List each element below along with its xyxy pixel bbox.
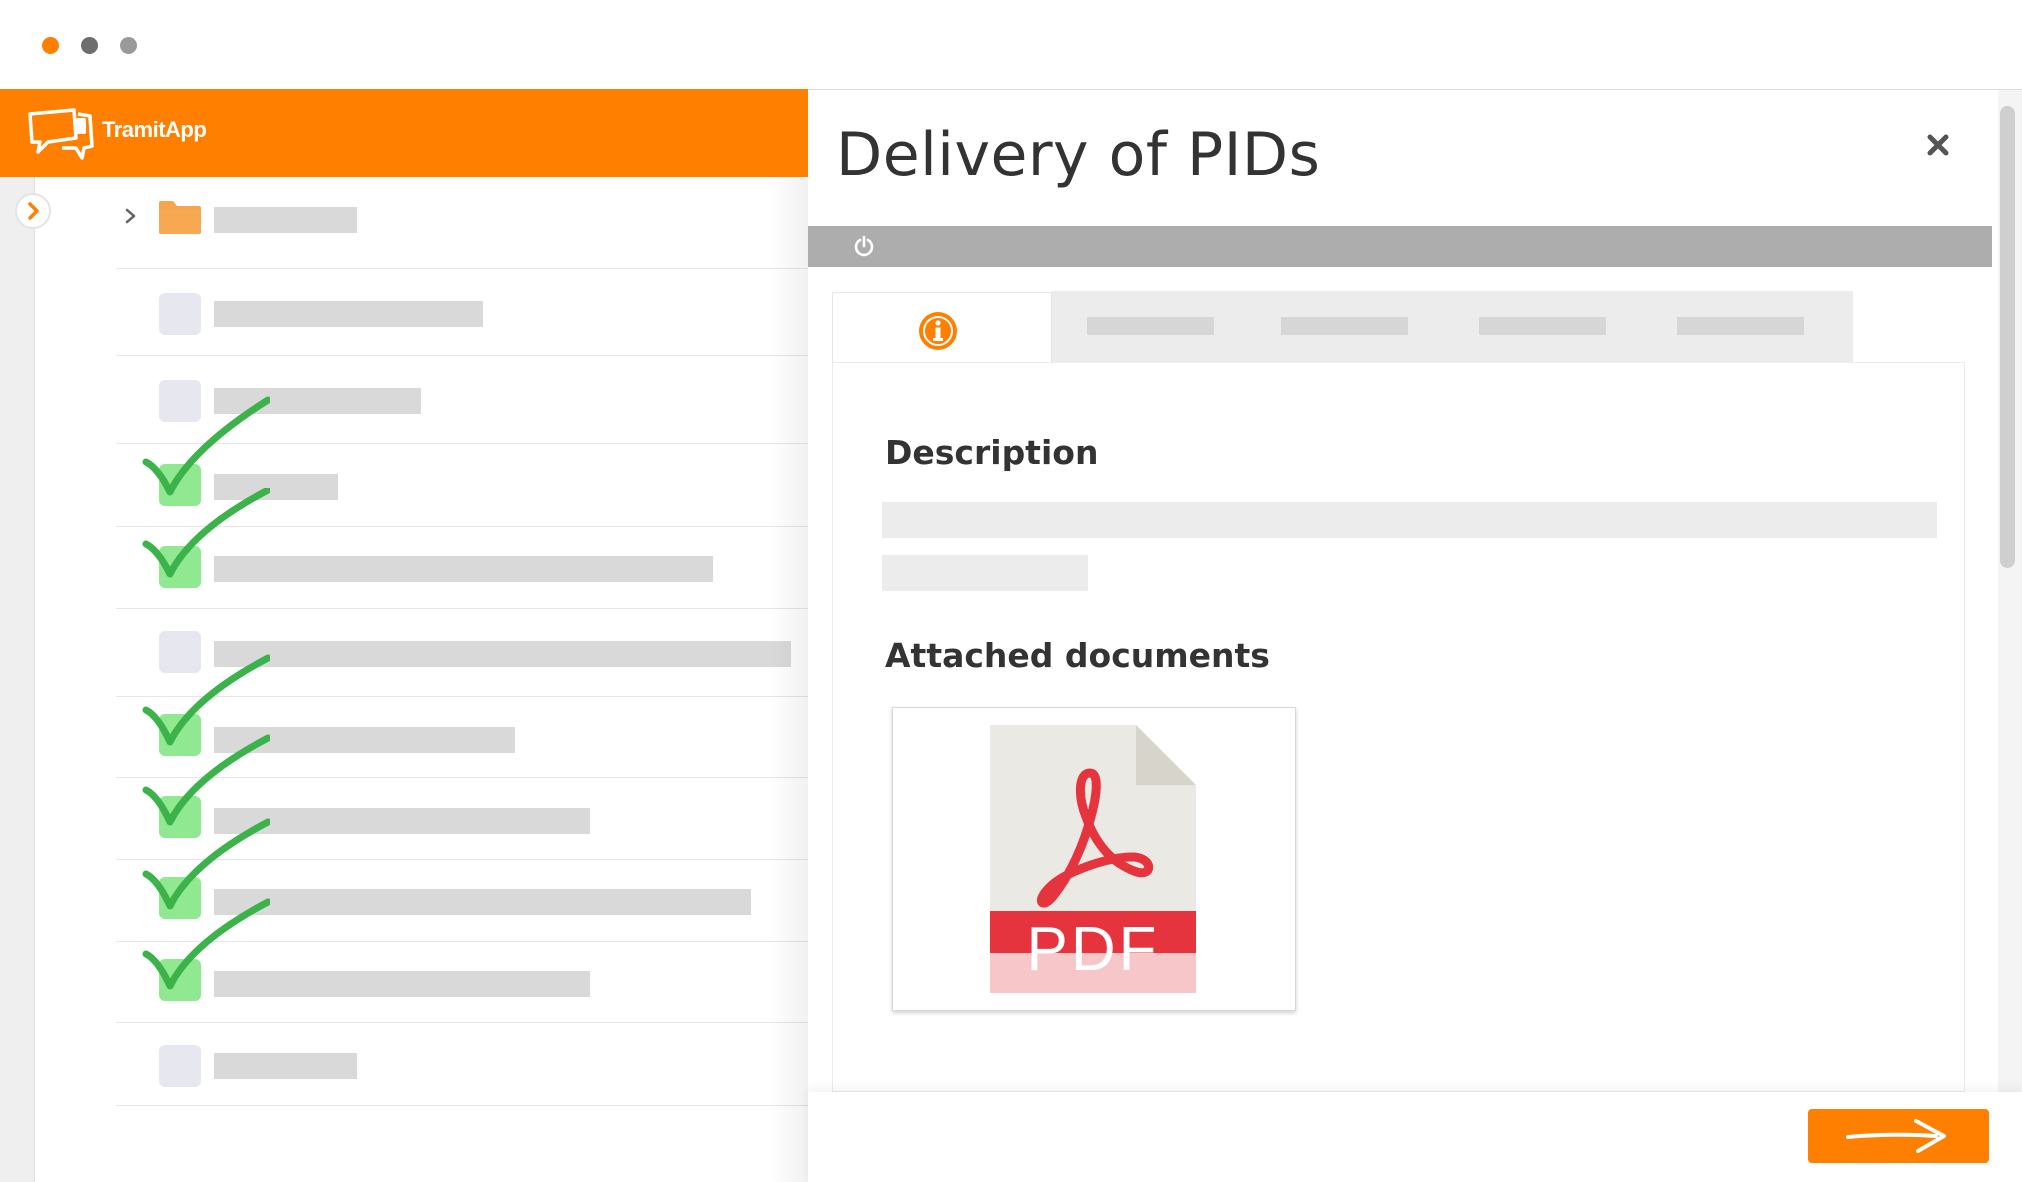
arrow-right-icon [1846, 1119, 1946, 1153]
next-button[interactable] [1808, 1109, 1989, 1163]
list-item-placeholder [214, 207, 357, 233]
left-gutter [0, 177, 35, 1182]
description-placeholder [882, 555, 1088, 591]
list-item-placeholder [214, 556, 713, 582]
tab-info[interactable] [832, 292, 1052, 364]
window-maximize-dot[interactable] [120, 37, 137, 54]
attached-documents-heading: Attached documents [885, 636, 1270, 675]
list-item-placeholder [214, 301, 483, 327]
pdf-label: PDF [1026, 915, 1160, 984]
chevron-right-icon[interactable] [124, 206, 138, 226]
checkmark-icon [142, 898, 270, 990]
row-divider [116, 608, 808, 609]
row-checkbox[interactable] [159, 293, 201, 335]
close-icon [1927, 134, 1949, 156]
checkmark-icon [142, 488, 270, 578]
logo-icon [28, 108, 94, 160]
description-heading: Description [885, 433, 1099, 472]
row-divider [116, 268, 808, 269]
chevron-right-icon [28, 202, 39, 220]
list-item-placeholder [214, 889, 751, 915]
app-logo-text: TramitApp [102, 117, 207, 142]
panel-title: Delivery of PIDs [836, 120, 1321, 190]
sidebar-expand-button[interactable] [15, 193, 51, 229]
list-item-placeholder [214, 1053, 357, 1079]
folder-icon [159, 201, 201, 234]
power-icon[interactable] [853, 235, 875, 257]
window-minimize-dot[interactable] [81, 37, 98, 54]
info-icon [919, 312, 957, 350]
window-titlebar [0, 0, 2022, 89]
panel-shadow [770, 177, 810, 1182]
window-close-dot[interactable] [42, 37, 59, 54]
tab-placeholder[interactable] [1087, 317, 1214, 335]
tab-placeholder[interactable] [1479, 317, 1606, 335]
tab-placeholder[interactable] [1677, 317, 1804, 335]
row-checkbox[interactable] [159, 1045, 201, 1087]
row-divider [116, 355, 808, 356]
panel-toolbar [808, 226, 1992, 267]
list-item-placeholder [214, 808, 590, 834]
close-button[interactable] [1924, 131, 1952, 159]
tab-placeholder[interactable] [1281, 317, 1408, 335]
list-item-placeholder [214, 971, 590, 997]
description-placeholder [882, 502, 1937, 538]
scrollbar-thumb[interactable] [2000, 106, 2015, 568]
row-divider [116, 1022, 808, 1023]
left-pane [0, 89, 808, 1182]
row-divider [116, 1105, 808, 1106]
list-item-placeholder [214, 641, 791, 667]
